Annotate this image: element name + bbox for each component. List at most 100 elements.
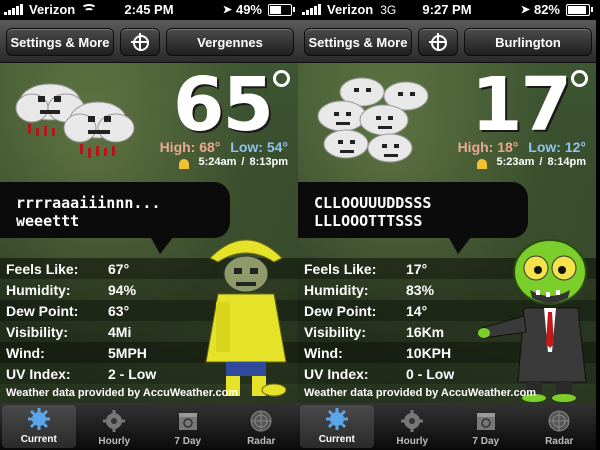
status-bar: Verizon 3G 9:27 PM ➤ 82%	[298, 0, 596, 20]
radar-icon	[548, 410, 570, 432]
sunrise-icon	[473, 157, 491, 169]
data-credit: Weather data provided by AccuWeather.com	[304, 387, 537, 399]
current-temperature: 65	[173, 62, 274, 148]
sun-separator: /	[539, 156, 543, 168]
high-label: High:	[457, 139, 494, 155]
clock-gear-icon	[401, 410, 424, 432]
low-label: Low:	[230, 139, 263, 155]
detail-label: UV Index:	[6, 365, 71, 382]
calendar-icon	[476, 413, 495, 430]
tab-current[interactable]: Current	[300, 405, 374, 448]
detail-value: 4Mi	[108, 323, 132, 340]
location-arrow-icon: ➤	[520, 4, 530, 16]
settings-more-button[interactable]: Settings & More	[304, 28, 412, 56]
detail-value: 63°	[108, 302, 130, 319]
detail-value: 10KPH	[406, 344, 452, 361]
degree-symbol	[273, 70, 290, 87]
sunrise-icon	[175, 157, 193, 169]
locate-button[interactable]	[120, 28, 160, 56]
high-value: 68°	[199, 139, 221, 155]
tab-radar[interactable]: Radar	[225, 403, 299, 450]
tab-label: Radar	[545, 436, 574, 447]
sun-times: 5:24am / 8:13pm	[175, 156, 288, 169]
current-temperature: 17	[471, 62, 572, 148]
radar-icon	[250, 410, 272, 432]
speech-bubble-text: rrrraaaiiinnn... weeettt	[16, 194, 161, 230]
sun-gear-icon	[325, 408, 348, 430]
degree-symbol	[571, 70, 588, 87]
detail-label: Wind:	[304, 344, 343, 361]
detail-value: 14°	[406, 302, 428, 319]
detail-label: Wind:	[6, 344, 45, 361]
speech-line-2: weeettt	[16, 212, 80, 230]
tab-hourly[interactable]: Hourly	[376, 403, 450, 450]
low-label: Low:	[528, 139, 561, 155]
detail-value: 2 - Low	[108, 365, 157, 382]
sun-gear-icon	[27, 408, 50, 430]
low-value: 12°	[564, 139, 586, 155]
detail-value: 83%	[406, 281, 435, 298]
detail-value: 67°	[108, 260, 130, 277]
tab-7day[interactable]: 7 Day	[151, 403, 225, 450]
detail-label: Humidity:	[304, 281, 369, 298]
detail-value: 5MPH	[108, 344, 147, 361]
detail-value: 16Km	[406, 323, 445, 340]
crosshair-icon	[429, 33, 447, 51]
detail-label: Visibility:	[6, 323, 68, 340]
tab-bar: Current Hourly 7 Day Radar	[298, 403, 596, 450]
detail-value: 0 - Low	[406, 365, 455, 382]
speech-line-1: rrrraaaiiinnn...	[16, 194, 161, 212]
battery-percent: 49%	[235, 2, 262, 17]
city-button[interactable]: Burlington	[464, 28, 592, 56]
phone-screen-burlington: Verizon 3G 9:27 PM ➤ 82% Settings & More…	[298, 0, 596, 450]
tab-radar[interactable]: Radar	[523, 403, 597, 450]
battery-percent: 82%	[533, 2, 560, 17]
location-arrow-icon: ➤	[222, 4, 232, 16]
status-bar: Verizon 2:45 PM ➤ 49%	[0, 0, 298, 20]
top-toolbar: Settings & More Burlington	[298, 20, 596, 63]
raincoat-zombie-icon	[205, 239, 287, 397]
calendar-icon	[178, 413, 197, 430]
detail-label: Dew Point:	[6, 302, 79, 319]
locate-button[interactable]	[418, 28, 458, 56]
tab-current[interactable]: Current	[2, 405, 76, 448]
city-button[interactable]: Vergennes	[166, 28, 294, 56]
speech-bubble-tail	[448, 236, 472, 254]
sunrise-time: 5:24am	[198, 156, 237, 168]
detail-label: Dew Point:	[304, 302, 377, 319]
detail-value: 17°	[406, 260, 428, 277]
battery-icon	[268, 3, 295, 16]
speech-bubble-tail	[150, 236, 174, 254]
top-toolbar: Settings & More Vergennes	[0, 20, 298, 63]
low-value: 54°	[266, 139, 288, 155]
clock-gear-icon	[103, 410, 126, 432]
detail-label: Visibility:	[304, 323, 366, 340]
detail-label: Feels Like:	[6, 260, 79, 277]
phone-screen-vergennes: Verizon 2:45 PM ➤ 49% Settings & More Ve…	[0, 0, 298, 450]
tab-7day[interactable]: 7 Day	[449, 403, 523, 450]
screenshot-pair: Verizon 2:45 PM ➤ 49% Settings & More Ve…	[0, 0, 600, 450]
tab-label: 7 Day	[472, 436, 500, 447]
data-credit: Weather data provided by AccuWeather.com	[6, 387, 239, 399]
tab-hourly[interactable]: Hourly	[78, 403, 152, 450]
detail-label: Feels Like:	[304, 260, 377, 277]
speech-bubble-text: CLLOOUUUDDSSS LLLOOOTTTSSS	[314, 194, 431, 230]
sun-times: 5:23am / 8:14pm	[473, 156, 586, 169]
green-zombie-icon	[478, 239, 587, 402]
tab-label: Hourly	[396, 436, 429, 447]
speech-line-2: LLLOOOTTTSSS	[314, 212, 423, 230]
sun-separator: /	[241, 156, 245, 168]
detail-label: Humidity:	[6, 281, 71, 298]
rain-clouds-icon	[15, 83, 135, 158]
high-label: High:	[159, 139, 196, 155]
tab-label: 7 Day	[174, 436, 202, 447]
tab-label: Current	[20, 434, 57, 445]
crosshair-icon	[131, 33, 149, 51]
sunrise-time: 5:23am	[496, 156, 535, 168]
high-value: 18°	[497, 139, 519, 155]
high-low: High: 68° Low: 54°	[160, 139, 288, 155]
speech-line-1: CLLOOUUUDDSSS	[314, 194, 432, 212]
sunset-time: 8:14pm	[547, 156, 586, 168]
settings-more-button[interactable]: Settings & More	[6, 28, 114, 56]
battery-icon	[566, 3, 593, 16]
